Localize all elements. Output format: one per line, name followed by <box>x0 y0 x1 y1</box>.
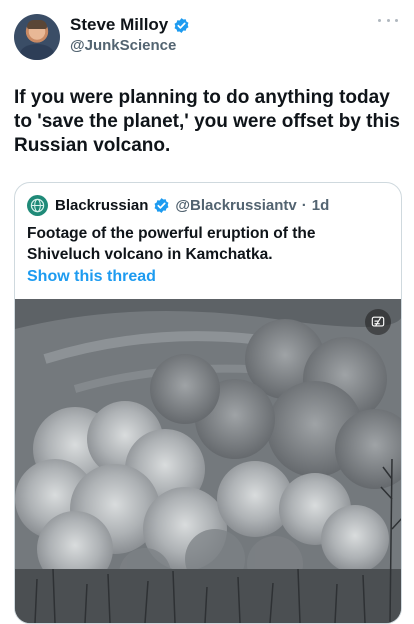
author-handle[interactable]: @JunkScience <box>70 37 176 54</box>
show-thread-link[interactable]: Show this thread <box>27 268 156 286</box>
verified-icon <box>174 17 189 33</box>
author-avatar[interactable] <box>14 14 60 60</box>
tweet-text: If you were planning to do anything toda… <box>14 87 400 156</box>
volcano-eruption-image <box>15 299 401 623</box>
globe-icon <box>30 198 45 213</box>
quoted-avatar[interactable] <box>27 195 48 216</box>
video-caption-icon[interactable] <box>365 309 391 335</box>
author-name[interactable]: Steve Milloy <box>70 15 168 35</box>
quoted-header: Blackrussian @Blackrussiantv · 1d <box>27 195 329 216</box>
quoted-timestamp[interactable]: 1d <box>312 197 330 214</box>
avatar-suit <box>20 44 54 60</box>
tweet-card: Steve Milloy @JunkScience If you were pl… <box>0 0 414 624</box>
caption-glyph <box>371 316 385 327</box>
avatar-hair <box>27 20 47 29</box>
quoted-author-handle[interactable]: @Blackrussiantv <box>175 197 296 214</box>
quoted-text: Footage of the powerful eruption of the … <box>27 225 316 263</box>
verified-icon <box>154 198 169 213</box>
author-name-row: Steve Milloy <box>70 15 190 35</box>
more-icon[interactable] <box>378 14 398 26</box>
video-media[interactable] <box>15 299 401 623</box>
quoted-author-name[interactable]: Blackrussian <box>55 197 148 214</box>
quoted-tweet[interactable]: Blackrussian @Blackrussiantv · 1d Footag… <box>14 182 402 624</box>
separator-dot: · <box>301 197 307 214</box>
